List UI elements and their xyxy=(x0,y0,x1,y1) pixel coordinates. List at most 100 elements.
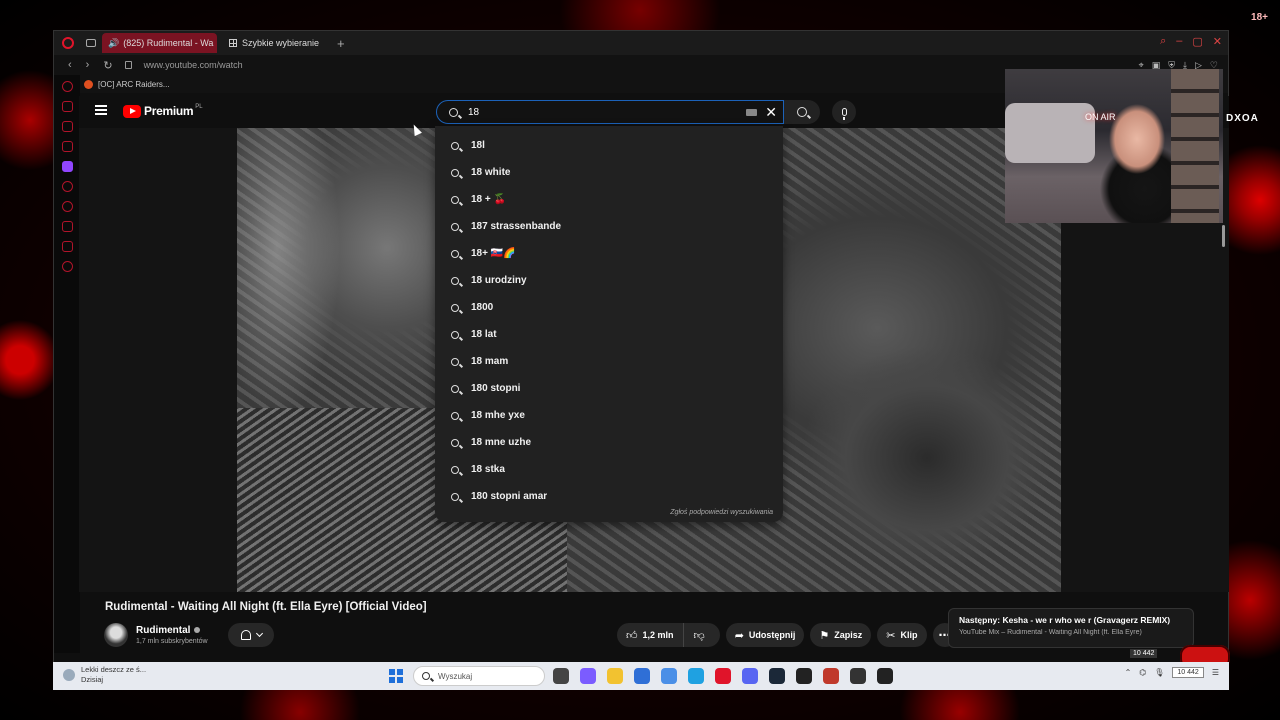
search-input[interactable]: 18 xyxy=(468,107,746,118)
bookmark-item[interactable]: [OC] ARC Raiders... xyxy=(98,80,170,89)
tab-speed-dial[interactable]: Szybkie wybieranie xyxy=(223,33,325,53)
save-button[interactable]: ⚑ Zapisz xyxy=(810,623,872,647)
taskbar-app-icon[interactable] xyxy=(877,668,893,684)
shopping-icon[interactable] xyxy=(61,101,73,112)
voice-search-button[interactable] xyxy=(832,100,856,124)
taskbar-search[interactable]: Wyszukaj xyxy=(413,666,545,686)
tray-chevron-icon[interactable]: ⌃ xyxy=(1125,668,1132,677)
search-icon xyxy=(422,672,430,680)
taskbar-apps xyxy=(553,668,893,684)
suggestion-item[interactable]: 18+ 🇸🇰🌈 xyxy=(435,240,783,267)
workspace-icon[interactable] xyxy=(86,39,96,47)
like-button[interactable]: 👍︎ 1,2 mln xyxy=(617,623,684,647)
back-button[interactable]: ‹ xyxy=(68,59,72,71)
report-suggestions-link[interactable]: Zgłoś podpowiedzi wyszukiwania xyxy=(670,509,773,516)
suggestion-item[interactable]: 180 stopni amar xyxy=(435,483,783,510)
search-icon xyxy=(451,195,459,204)
minimize-button[interactable]: – xyxy=(1176,35,1182,48)
share-icon: ➦ xyxy=(734,629,744,642)
weather-widget[interactable]: Lekki deszcz ze ś... Dzisiaj xyxy=(63,665,146,685)
taskbar-app-icon[interactable] xyxy=(688,668,704,684)
next-video-title: Następny: Kesha - we r who we r (Gravage… xyxy=(959,615,1171,625)
suggestion-item[interactable]: 18 lat xyxy=(435,321,783,348)
taskbar-app-icon[interactable] xyxy=(823,668,839,684)
player-icon[interactable] xyxy=(61,181,73,192)
notification-bell-button[interactable] xyxy=(228,623,274,647)
search-button[interactable] xyxy=(784,100,820,124)
messenger-icon[interactable] xyxy=(61,121,73,132)
taskbar-app-icon[interactable] xyxy=(607,668,623,684)
keyboard-icon[interactable] xyxy=(746,108,758,116)
menu-icon[interactable] xyxy=(95,105,107,115)
scrollbar-thumb[interactable] xyxy=(1222,225,1225,247)
notifications-icon[interactable]: ☰ xyxy=(1212,668,1219,677)
search-suggestions: 18l 18 white 18 + 🍒 187 strassenbande 18… xyxy=(435,126,783,522)
history-icon[interactable] xyxy=(61,81,73,92)
webcam-background-shelf xyxy=(1171,69,1219,223)
search-icon xyxy=(451,276,459,285)
search-tabs-icon[interactable]: ⌕ xyxy=(1160,35,1166,48)
search-box[interactable]: 18 ✕ xyxy=(436,100,784,124)
taskbar-app-icon[interactable] xyxy=(715,668,731,684)
clock-icon[interactable] xyxy=(61,201,73,212)
thumbs-up-icon: 👍︎ xyxy=(626,629,638,642)
bell-icon xyxy=(240,630,251,640)
mic-tray-icon[interactable]: 🎙︎ xyxy=(1154,668,1164,677)
suggestion-item[interactable]: 18 urodziny xyxy=(435,267,783,294)
thumbs-down-icon: 👎︎ xyxy=(693,629,705,642)
audio-playing-icon[interactable]: 🔊 xyxy=(108,38,119,49)
share-button[interactable]: ➦ Udostępnij xyxy=(725,623,805,647)
close-window-button[interactable]: ✕ xyxy=(1213,35,1222,48)
suggestion-item[interactable]: 18 + 🍒 xyxy=(435,186,783,213)
maximize-button[interactable]: ▢ xyxy=(1192,35,1202,48)
suggestion-item[interactable]: 18 stka xyxy=(435,456,783,483)
tab-label: (825) Rudimental - Wa xyxy=(123,38,214,48)
suggestion-item[interactable]: 18 mne uzhe xyxy=(435,429,783,456)
channel-avatar[interactable] xyxy=(104,623,128,647)
subscriber-count: 1,7 mln subskrybentów xyxy=(136,638,208,645)
taskbar-app-icon[interactable] xyxy=(661,668,677,684)
forward-button[interactable]: › xyxy=(86,59,90,71)
age-rating-badge: 18+ xyxy=(1251,12,1268,23)
suggestion-item[interactable]: 18l xyxy=(435,132,783,159)
youtube-logo[interactable]: Premium PL xyxy=(123,104,203,118)
tab-youtube[interactable]: 🔊 (825) Rudimental - Wa xyxy=(102,33,217,53)
dislike-button[interactable]: 👎︎ xyxy=(683,623,720,647)
network-icon[interactable]: ⌬ xyxy=(1139,668,1146,677)
clear-search-button[interactable]: ✕ xyxy=(765,105,777,119)
taskbar-app-icon[interactable] xyxy=(553,668,569,684)
music-icon[interactable] xyxy=(61,141,73,152)
suggestion-item[interactable]: 18 white xyxy=(435,159,783,186)
new-tab-button[interactable]: + xyxy=(337,36,345,51)
url-field[interactable]: www.youtube.com/watch xyxy=(144,60,243,70)
weather-rain-icon xyxy=(63,669,75,681)
suggestion-item[interactable]: 18 mhe yxe xyxy=(435,402,783,429)
reload-button[interactable]: ↻ xyxy=(103,59,112,72)
taskbar-app-icon[interactable] xyxy=(580,668,596,684)
like-count: 1,2 mln xyxy=(642,630,674,640)
region-code: PL xyxy=(195,104,203,110)
taskbar-app-icon[interactable] xyxy=(769,668,785,684)
taskbar-app-icon[interactable] xyxy=(742,668,758,684)
youtube-play-icon xyxy=(123,104,141,118)
settings-icon[interactable] xyxy=(61,261,73,272)
extensions-icon[interactable] xyxy=(61,241,73,252)
twitch-icon[interactable] xyxy=(61,161,73,172)
taskbar-app-icon[interactable] xyxy=(796,668,812,684)
webcam-overlay: ON AIR xyxy=(1005,69,1223,223)
taskbar-app-icon[interactable] xyxy=(634,668,650,684)
suggestion-item[interactable]: 1800 xyxy=(435,294,783,321)
weather-day: Dzisiaj xyxy=(81,675,104,684)
suggestion-item[interactable]: 187 strassenbande xyxy=(435,213,783,240)
opera-logo-icon[interactable] xyxy=(62,37,74,49)
downloads-icon[interactable] xyxy=(61,221,73,232)
suggestion-item[interactable]: 18 mam xyxy=(435,348,783,375)
windows-start-icon[interactable] xyxy=(389,669,403,683)
channel-name[interactable]: Rudimental xyxy=(136,625,208,636)
next-video-card[interactable]: Następny: Kesha - we r who we r (Gravage… xyxy=(948,608,1194,648)
lock-icon[interactable] xyxy=(124,61,132,69)
search-icon xyxy=(797,107,807,117)
taskbar-app-icon[interactable] xyxy=(850,668,866,684)
clip-button[interactable]: ✂ Klip xyxy=(877,623,927,647)
suggestion-item[interactable]: 180 stopni xyxy=(435,375,783,402)
